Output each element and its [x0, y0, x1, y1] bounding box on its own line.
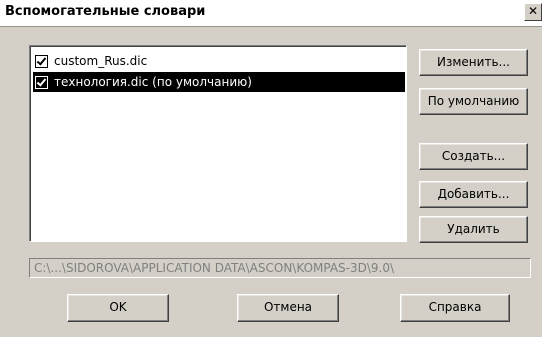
help-button[interactable]: Справка: [400, 294, 510, 322]
close-icon: ✕: [527, 4, 539, 18]
list-item-selected[interactable]: технология.dic (по умолчанию): [33, 72, 405, 92]
checkbox[interactable]: [35, 75, 48, 89]
set-default-button[interactable]: По умолчанию: [419, 88, 528, 115]
add-button[interactable]: Добавить...: [419, 181, 528, 208]
dictionary-path-field: C:\...\SIDOROVA\APPLICATION DATA\ASCON\K…: [29, 258, 531, 278]
checkbox[interactable]: [35, 54, 48, 68]
close-button[interactable]: ✕: [524, 3, 542, 21]
delete-button[interactable]: Удалить: [419, 216, 528, 243]
ok-button[interactable]: OK: [67, 294, 169, 322]
window-title: Вспомогательные словари: [5, 4, 206, 19]
list-item[interactable]: custom_Rus.dic: [33, 51, 405, 71]
list-item-label: custom_Rus.dic: [54, 54, 148, 68]
cancel-button[interactable]: Отмена: [237, 294, 339, 322]
dictionary-list[interactable]: custom_Rus.dic технология.dic (по умолча…: [29, 45, 407, 242]
title-bar: Вспомогательные словари ✕: [0, 0, 542, 27]
create-button[interactable]: Создать...: [419, 143, 528, 170]
list-item-label: технология.dic (по умолчанию): [54, 75, 252, 89]
edit-button[interactable]: Изменить...: [419, 49, 528, 76]
